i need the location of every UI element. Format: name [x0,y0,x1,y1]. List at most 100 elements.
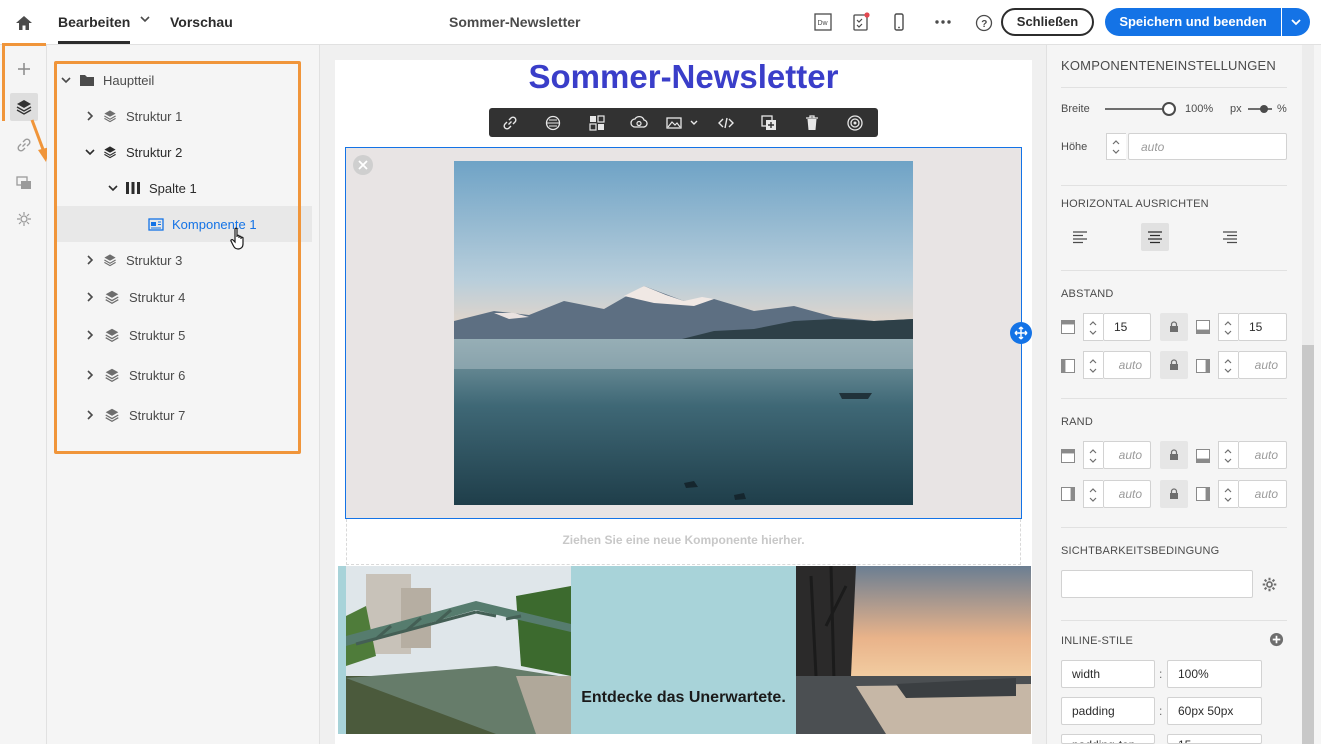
add-circle-icon[interactable] [1269,632,1284,647]
border-left-stepper[interactable] [1083,480,1103,508]
padding-right-stepper[interactable] [1218,351,1238,379]
code-icon[interactable] [717,114,735,132]
spacing-label: ABSTAND [1061,288,1114,300]
mobile-preview-icon[interactable] [889,12,909,32]
target-icon[interactable] [846,114,864,132]
tree-highlight [54,61,301,454]
structure-row[interactable] [338,566,1031,734]
border-left-icon [1061,487,1075,501]
close-button[interactable]: Schließen [1001,8,1094,36]
newsletter-title[interactable]: Sommer-Newsletter [335,58,1032,96]
link-icon[interactable] [501,114,519,132]
width-label: Breite [1061,103,1090,115]
padding-left-icon [1061,359,1075,373]
remove-component-button[interactable] [353,155,373,175]
dreamweaver-icon[interactable]: Dw [813,12,833,32]
inline-style-key[interactable]: padding-top [1061,734,1155,744]
save-options-dropdown[interactable] [1282,8,1310,36]
tab-preview[interactable]: Vorschau [170,14,233,30]
height-label: Höhe [1061,141,1088,153]
teaser-text[interactable]: Entdecke das Unerwartete. [571,689,796,707]
lock-icon [1170,449,1178,460]
height-stepper[interactable] [1106,133,1126,160]
width-slider-track[interactable] [1105,108,1169,110]
border-right-input[interactable]: auto [1238,480,1287,508]
personalization-icon[interactable] [14,209,34,229]
visibility-label: SICHTBARKEITSBEDINGUNG [1061,545,1220,557]
visibility-condition-input[interactable] [1061,570,1253,598]
padding-lock-button[interactable] [1160,313,1188,341]
padding-left-stepper[interactable] [1083,351,1103,379]
stepper-arrows-icon [1112,140,1120,154]
align-right-icon [1223,231,1237,244]
padding-top-input[interactable]: 15 [1103,313,1151,341]
checklist-icon[interactable] [851,12,871,32]
inline-style-key[interactable]: padding [1061,697,1155,725]
align-left-icon [1073,231,1087,244]
divider [1061,185,1287,186]
layers-button[interactable] [10,93,38,121]
border-left-input[interactable]: auto [1103,480,1151,508]
svg-text:?: ? [981,19,987,30]
lock-icon [1170,359,1178,370]
inline-style-value[interactable]: 60px 50px [1167,697,1262,725]
add-icon[interactable] [14,59,34,79]
image-icon[interactable] [665,114,683,132]
divider [1061,620,1287,621]
align-center-button[interactable] [1141,223,1169,251]
padding-side-lock-button[interactable] [1160,351,1188,379]
sunset-canal-image [796,566,1031,734]
border-top-input[interactable]: auto [1103,441,1151,469]
chevron-down-icon[interactable] [689,118,699,128]
gear-icon[interactable] [1261,576,1278,593]
padding-bottom-input[interactable]: 15 [1238,313,1287,341]
inline-style-value[interactable]: 15 [1167,734,1262,744]
padding-left-input[interactable]: auto [1103,351,1151,379]
align-right-button[interactable] [1216,223,1244,251]
divider [1061,270,1287,271]
border-bottom-input[interactable]: auto [1238,441,1287,469]
creative-cloud-icon[interactable] [630,114,648,132]
padding-bottom-stepper[interactable] [1218,313,1238,341]
unit-toggle[interactable] [1248,105,1274,113]
border-side-lock-button[interactable] [1160,480,1188,508]
width-slider-thumb[interactable] [1162,102,1176,116]
svg-text:Dw: Dw [818,20,829,27]
border-bottom-stepper[interactable] [1218,441,1238,469]
grid-icon[interactable] [588,114,606,132]
tab-edit[interactable]: Bearbeiten [58,14,131,44]
colon-separator: : [1159,704,1163,718]
save-and-exit-button[interactable]: Speichern und beenden [1105,8,1281,36]
align-left-button[interactable] [1066,223,1094,251]
close-icon [358,160,368,170]
padding-top-icon [1061,320,1075,334]
drop-zone[interactable]: Ziehen Sie eine neue Komponente hierher. [346,519,1021,565]
no-link-icon[interactable] [544,114,562,132]
halign-label: HORIZONTAL AUSRICHTEN [1061,198,1209,210]
inline-style-value[interactable]: 100% [1167,660,1262,688]
delete-icon[interactable] [803,114,821,132]
padding-top-stepper[interactable] [1083,313,1103,341]
chevron-down-icon[interactable] [139,13,151,25]
border-right-icon [1196,487,1210,501]
duplicate-icon[interactable] [760,114,778,132]
selected-image-component[interactable] [345,147,1022,519]
settings-scrollbar[interactable] [1302,345,1314,744]
inline-styles-label: INLINE-STILE [1061,635,1134,647]
colon-separator: : [1159,667,1163,681]
padding-right-input[interactable]: auto [1238,351,1287,379]
move-handle[interactable] [1010,322,1032,344]
assets-icon[interactable] [14,173,34,193]
border-lock-button[interactable] [1160,441,1188,469]
border-top-stepper[interactable] [1083,441,1103,469]
border-right-stepper[interactable] [1218,480,1238,508]
stepper-arrows-icon [1089,449,1097,463]
help-icon[interactable]: ? [974,13,994,33]
height-input[interactable]: auto [1128,133,1287,160]
home-icon[interactable] [14,13,34,33]
border-top-icon [1061,449,1075,463]
unit-toggle-knob [1260,105,1268,113]
inline-style-key[interactable]: width [1061,660,1155,688]
more-icon[interactable] [933,12,953,32]
padding-bottom-icon [1196,320,1210,334]
